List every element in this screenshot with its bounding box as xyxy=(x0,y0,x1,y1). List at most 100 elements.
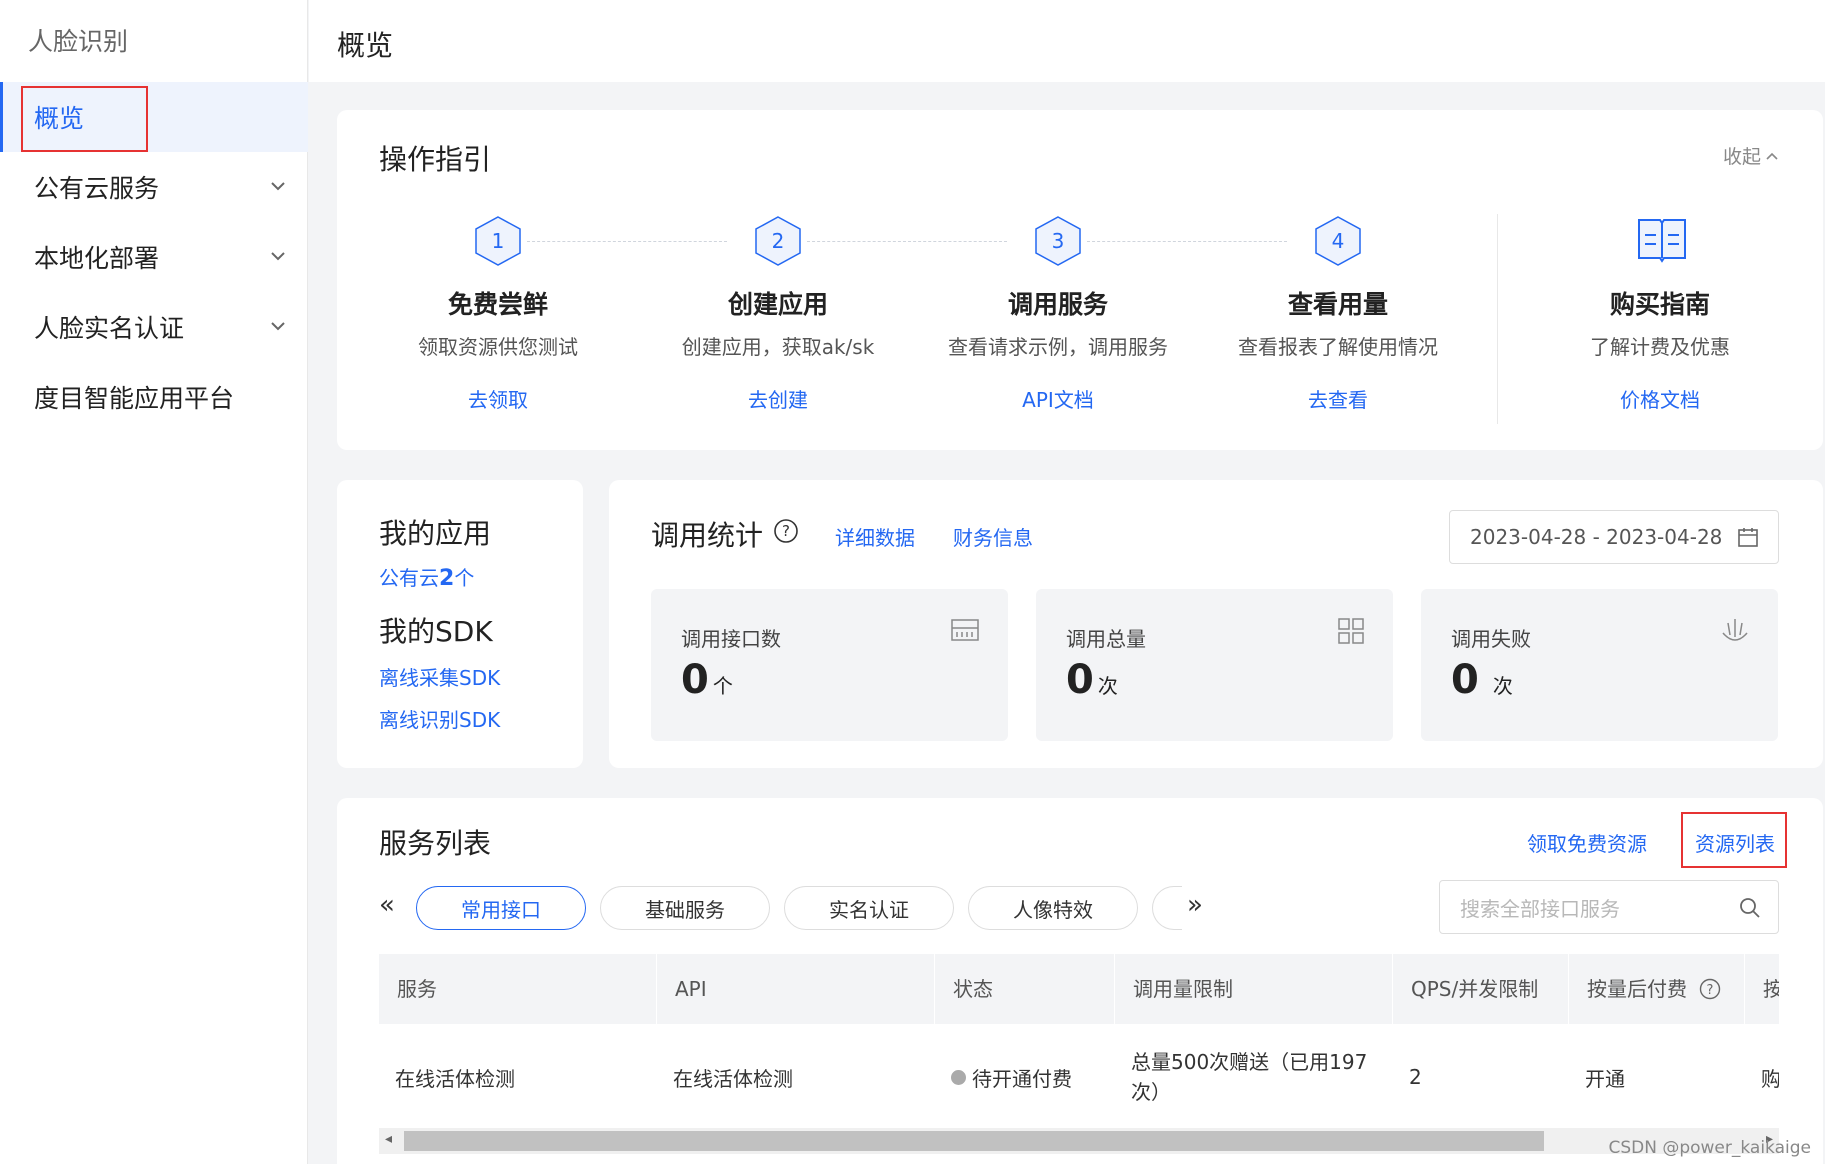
stat-value: 0个 xyxy=(681,657,733,703)
step-number: 3 xyxy=(1051,229,1065,253)
guide-step: 4 查看用量 查看报表了解使用情况 去查看 xyxy=(1198,215,1478,413)
step-desc: 创建应用，获取ak/sk xyxy=(681,335,875,359)
finance-info-link[interactable]: 财务信息 xyxy=(953,522,1033,551)
sidebar: 人脸识别 概览 公有云服务 本地化部署 人脸实名认证 度目智能应用平台 xyxy=(0,0,308,1164)
search-input[interactable]: 搜索全部接口服务 xyxy=(1439,880,1779,934)
step-link[interactable]: 去创建 xyxy=(748,384,808,413)
svg-text:?: ? xyxy=(782,522,790,540)
guide-step: 1 免费尝鲜 领取资源供您测试 去领取 xyxy=(358,215,638,413)
sidebar-item-overview[interactable]: 概览 xyxy=(0,82,308,152)
chevron-up-icon xyxy=(1766,152,1778,160)
help-icon[interactable]: ? xyxy=(773,518,799,544)
step-link[interactable]: 去领取 xyxy=(468,384,528,413)
cell-api: 在线活体检测 xyxy=(673,1066,793,1091)
step-name: 查看用量 xyxy=(1287,290,1388,319)
guide-step: 2 创建应用 创建应用，获取ak/sk 去创建 xyxy=(638,215,918,413)
column-header: QPS/并发限制 xyxy=(1393,954,1569,1024)
sidebar-item-label: 本地化部署 xyxy=(34,244,160,273)
tabs-prev-icon[interactable]: « xyxy=(379,890,395,920)
sidebar-item-dumu[interactable]: 度目智能应用平台 xyxy=(0,362,308,432)
step-name: 调用服务 xyxy=(1007,290,1108,319)
guide-card: 操作指引 收起 1 免费尝鲜 领取资源供您测试 去领取 2 创建应用 创建应用，… xyxy=(337,110,1823,450)
stat-value: 0次 xyxy=(1451,657,1513,703)
guide-purchase: 购买指南 了解计费及优惠 价格文档 xyxy=(1520,215,1800,413)
cloud-count: 2 xyxy=(439,566,455,591)
free-resource-link[interactable]: 领取免费资源 xyxy=(1527,828,1647,857)
column-header: API xyxy=(657,954,935,1024)
stat-label: 调用接口数 xyxy=(681,627,781,651)
sidebar-item-label: 人脸实名认证 xyxy=(34,314,185,343)
services-table: 服务 API 状态 调用量限制 QPS/并发限制 按量后付费 ? 按 在线活体检… xyxy=(379,954,1779,1130)
sidebar-item-local-deploy[interactable]: 本地化部署 xyxy=(0,222,308,292)
hexagon-icon: 3 xyxy=(1034,215,1082,267)
tab-portrait-effects[interactable]: 人像特效 xyxy=(968,886,1138,930)
tab-basic-services[interactable]: 基础服务 xyxy=(600,886,770,930)
date-range-picker[interactable]: 2023-04-28 - 2023-04-28 xyxy=(1449,510,1779,564)
horizontal-scrollbar[interactable]: ◂ ▸ xyxy=(379,1128,1779,1154)
step-name: 免费尝鲜 xyxy=(447,290,548,319)
stat-total: 调用总量 0次 xyxy=(1036,589,1393,741)
purchase-link[interactable]: 购 xyxy=(1745,1024,1779,1130)
detail-data-link[interactable]: 详细数据 xyxy=(835,522,915,551)
chevron-down-icon xyxy=(271,322,285,331)
service-list-card: 服务列表 领取免费资源 资源列表 « 常用接口 基础服务 实名认证 人像特效 »… xyxy=(337,798,1823,1164)
chevron-down-icon xyxy=(271,252,285,261)
step-number: 4 xyxy=(1331,229,1345,253)
server-icon xyxy=(951,619,979,641)
my-apps-title: 我的应用 xyxy=(379,517,492,550)
tab-partial[interactable] xyxy=(1152,886,1182,930)
tab-common-api[interactable]: 常用接口 xyxy=(416,886,586,930)
resource-list-link[interactable]: 资源列表 xyxy=(1695,828,1775,857)
search-icon xyxy=(1740,898,1760,918)
guide-title: 操作指引 xyxy=(379,143,492,176)
sidebar-item-label: 概览 xyxy=(34,104,85,133)
hexagon-icon: 1 xyxy=(474,215,522,267)
column-header: 状态 xyxy=(935,954,1115,1024)
cell-status: 待开通付费 xyxy=(935,1024,1115,1130)
stat-interfaces: 调用接口数 0个 xyxy=(651,589,1008,741)
signal-icon xyxy=(1722,619,1748,641)
sidebar-item-label: 公有云服务 xyxy=(34,174,160,203)
step-desc: 查看报表了解使用情况 xyxy=(1238,335,1438,359)
sdk-link-collect[interactable]: 离线采集SDK xyxy=(379,662,500,691)
scroll-left-icon[interactable]: ◂ xyxy=(385,1131,392,1147)
hexagon-icon: 4 xyxy=(1314,215,1362,267)
cell-qps: 2 xyxy=(1409,1065,1422,1089)
page-title: 概览 xyxy=(337,29,394,62)
scrollbar-thumb[interactable] xyxy=(404,1131,1544,1151)
column-header: 服务 xyxy=(379,954,657,1024)
sdk-link-recognize[interactable]: 离线识别SDK xyxy=(379,704,500,733)
step-link[interactable]: 去查看 xyxy=(1308,384,1368,413)
step-link[interactable]: 价格文档 xyxy=(1620,384,1700,413)
search-placeholder: 搜索全部接口服务 xyxy=(1460,896,1620,921)
step-name: 创建应用 xyxy=(727,290,828,319)
hexagon-icon: 2 xyxy=(754,215,802,267)
stat-value: 0次 xyxy=(1066,657,1118,703)
tab-realname[interactable]: 实名认证 xyxy=(784,886,954,930)
sidebar-item-realname[interactable]: 人脸实名认证 xyxy=(0,292,308,362)
step-desc: 了解计费及优惠 xyxy=(1590,335,1730,359)
help-icon[interactable]: ? xyxy=(1699,978,1721,1000)
step-name: 购买指南 xyxy=(1609,290,1710,319)
step-number: 1 xyxy=(491,229,505,253)
collapse-label: 收起 xyxy=(1722,146,1761,168)
step-link[interactable]: API文档 xyxy=(1022,384,1094,413)
sidebar-item-public-cloud[interactable]: 公有云服务 xyxy=(0,152,308,222)
step-desc: 查看请求示例，调用服务 xyxy=(948,335,1168,359)
chevron-down-icon xyxy=(271,182,285,191)
collapse-button[interactable]: 收起 xyxy=(1723,142,1779,169)
cell-service: 在线活体检测 xyxy=(395,1066,515,1091)
cloud-suffix: 个 xyxy=(454,566,475,590)
column-header: 按量后付费 ? xyxy=(1569,954,1745,1024)
stat-failed: 调用失败 0次 xyxy=(1421,589,1778,741)
tabs-next-icon[interactable]: » xyxy=(1187,890,1203,920)
enable-postpaid-link[interactable]: 开通 xyxy=(1569,1024,1745,1130)
stat-label: 调用总量 xyxy=(1066,627,1146,651)
public-cloud-apps-link[interactable]: 公有云2个 xyxy=(379,562,474,591)
column-header: 调用量限制 xyxy=(1115,954,1393,1024)
date-range-value: 2023-04-28 - 2023-04-28 xyxy=(1470,525,1723,549)
stat-label: 调用失败 xyxy=(1451,627,1531,651)
column-header: 按 xyxy=(1745,954,1779,1024)
cloud-prefix: 公有云 xyxy=(379,566,439,590)
guide-step: 3 调用服务 查看请求示例，调用服务 API文档 xyxy=(918,215,1198,413)
